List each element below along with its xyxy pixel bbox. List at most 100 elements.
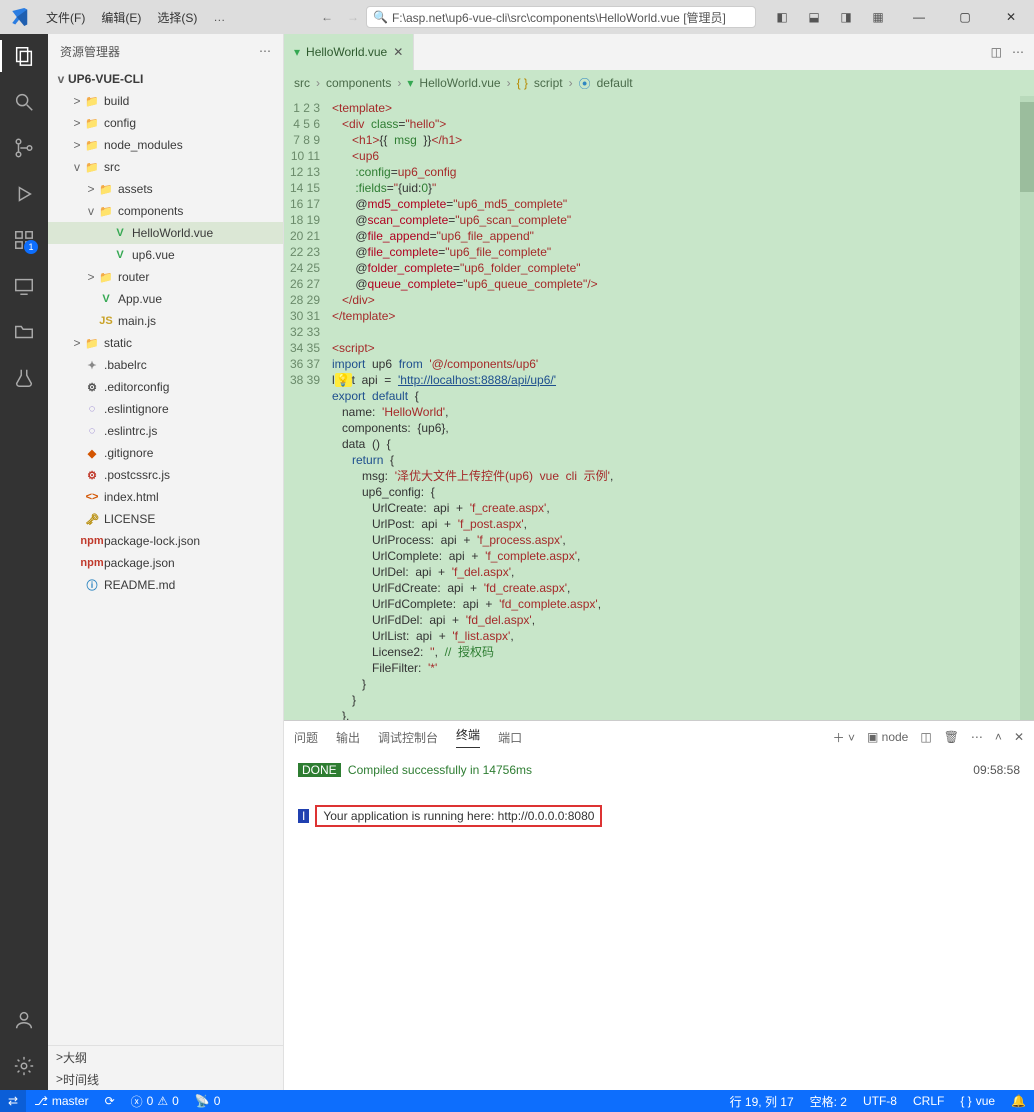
panel-tab-debug[interactable]: 调试控制台 <box>378 729 438 746</box>
window-minimize[interactable]: — <box>896 10 942 24</box>
minimap[interactable] <box>1020 96 1034 720</box>
command-center[interactable]: 🔍 F:\asp.net\up6-vue-cli\src\components\… <box>366 6 756 28</box>
vscode-logo <box>0 8 38 26</box>
tree-item[interactable]: >📁router <box>48 266 283 288</box>
tree-item[interactable]: >📁static <box>48 332 283 354</box>
status-remote[interactable]: ⇄ <box>0 1090 26 1112</box>
window-maximize[interactable]: ▢ <box>942 10 988 24</box>
tree-item[interactable]: ✦.babelrc <box>48 354 283 376</box>
terminal-timestamp: 09:58:58 <box>973 763 1020 777</box>
status-problems[interactable]: ⓧ 0 ⚠ 0 <box>123 1093 187 1110</box>
explorer-header: 资源管理器 ⋯ <box>48 34 283 68</box>
activity-remote[interactable] <box>12 274 36 298</box>
status-indent[interactable]: 空格: 2 <box>802 1093 855 1110</box>
tree-item[interactable]: npmpackage-lock.json <box>48 530 283 552</box>
activity-folder[interactable] <box>12 320 36 344</box>
extensions-badge: 1 <box>24 240 38 254</box>
layout-customize-icon[interactable]: ▦ <box>866 10 890 24</box>
tree-item[interactable]: v📁src <box>48 156 283 178</box>
outline-section[interactable]: >大纲 <box>48 1046 283 1068</box>
panel-close-icon[interactable]: ✕ <box>1014 730 1024 744</box>
tree-item[interactable]: >📁node_modules <box>48 134 283 156</box>
tree-item[interactable]: Vup6.vue <box>48 244 283 266</box>
layout-sidebar-left-icon[interactable]: ◧ <box>770 10 794 24</box>
tree-item[interactable]: >📁config <box>48 112 283 134</box>
timeline-section[interactable]: >时间线 <box>48 1068 283 1090</box>
activity-explorer[interactable] <box>12 44 36 68</box>
menu-file[interactable]: 文件(F) <box>38 9 93 26</box>
window-close[interactable]: ✕ <box>988 10 1034 24</box>
split-editor-icon[interactable]: ◫ <box>991 45 1002 59</box>
tree-item[interactable]: ◆.gitignore <box>48 442 283 464</box>
breadcrumb[interactable]: src› components› ▾HelloWorld.vue› { }scr… <box>284 70 1034 96</box>
explorer-more-icon[interactable]: ⋯ <box>259 44 271 58</box>
file-tree[interactable]: vUP6-VUE-CLI >📁build>📁config>📁node_modul… <box>48 68 283 1045</box>
activity-scm[interactable] <box>12 136 36 160</box>
activity-bar: 1 <box>0 34 48 1090</box>
tree-item[interactable]: VApp.vue <box>48 288 283 310</box>
tree-item[interactable]: >📁assets <box>48 178 283 200</box>
tree-root[interactable]: vUP6-VUE-CLI <box>48 68 283 90</box>
tree-item[interactable]: 🗝LICENSE <box>48 508 283 530</box>
code-editor[interactable]: 1 2 3 4 5 6 7 8 9 10 11 12 13 14 15 16 1… <box>284 96 1034 720</box>
title-bar: 文件(F) 编辑(E) 选择(S) … ← → 🔍 F:\asp.net\up6… <box>0 0 1034 34</box>
code-content[interactable]: <template> <div class="hello"> <h1>{{ ms… <box>328 96 1020 720</box>
panel-tab-terminal[interactable]: 终端 <box>456 726 480 748</box>
tree-item[interactable]: ◌.eslintignore <box>48 398 283 420</box>
status-cursor[interactable]: 行 19, 列 17 <box>722 1093 802 1110</box>
status-language[interactable]: { } vue <box>952 1094 1003 1108</box>
tree-item[interactable]: v📁components <box>48 200 283 222</box>
activity-account[interactable] <box>12 1008 36 1032</box>
tree-item[interactable]: <>index.html <box>48 486 283 508</box>
split-terminal-icon[interactable]: ◫ <box>920 730 931 744</box>
panel-more-icon[interactable]: ⋯ <box>971 730 983 744</box>
status-ports[interactable]: 📡 0 <box>187 1094 229 1108</box>
terminal-app-url: Your application is running here: http:/… <box>315 805 602 827</box>
bottom-panel: 问题 输出 调试控制台 终端 端口 ＋ ˅ ▣ node ◫ 🗑 ⋯ ˄ ✕ 0… <box>284 720 1034 1090</box>
nav-back[interactable]: ← <box>314 10 340 24</box>
editor-tabs: ▾ HelloWorld.vue ✕ ◫ ⋯ <box>284 34 1034 70</box>
status-branch[interactable]: ⎇ master <box>26 1094 97 1108</box>
terminal-shell-icon[interactable]: ▣ node <box>867 730 908 744</box>
search-icon: 🔍 <box>373 10 388 24</box>
menu-more[interactable]: … <box>205 10 233 24</box>
explorer-sidebar: 资源管理器 ⋯ vUP6-VUE-CLI >📁build>📁config>📁no… <box>48 34 284 1090</box>
activity-search[interactable] <box>12 90 36 114</box>
activity-testing[interactable] <box>12 366 36 390</box>
tree-item[interactable]: ⚙.editorconfig <box>48 376 283 398</box>
tree-item[interactable]: ⓘREADME.md <box>48 574 283 596</box>
status-eol[interactable]: CRLF <box>905 1094 952 1108</box>
activity-settings[interactable] <box>12 1054 36 1078</box>
activity-extensions[interactable]: 1 <box>12 228 36 252</box>
activity-debug[interactable] <box>12 182 36 206</box>
tree-item[interactable]: VHelloWorld.vue <box>48 222 283 244</box>
line-gutter: 1 2 3 4 5 6 7 8 9 10 11 12 13 14 15 16 1… <box>284 96 328 720</box>
layout-sidebar-right-icon[interactable]: ◨ <box>834 10 858 24</box>
terminal-info-badge: I <box>298 809 309 823</box>
panel-tab-output[interactable]: 输出 <box>336 729 360 746</box>
editor-group: ▾ HelloWorld.vue ✕ ◫ ⋯ src› components› … <box>284 34 1034 1090</box>
tab-close-icon[interactable]: ✕ <box>393 45 403 59</box>
tree-item[interactable]: JSmain.js <box>48 310 283 332</box>
tree-item[interactable]: >📁build <box>48 90 283 112</box>
editor-more-icon[interactable]: ⋯ <box>1012 45 1024 59</box>
tree-item[interactable]: npmpackage.json <box>48 552 283 574</box>
panel-tab-ports[interactable]: 端口 <box>498 729 522 746</box>
panel-tab-problems[interactable]: 问题 <box>294 729 318 746</box>
status-encoding[interactable]: UTF-8 <box>855 1094 905 1108</box>
menu-edit[interactable]: 编辑(E) <box>93 9 149 26</box>
tree-item[interactable]: ⚙.postcssrc.js <box>48 464 283 486</box>
editor-tab[interactable]: ▾ HelloWorld.vue ✕ <box>284 34 414 70</box>
panel-maximize-icon[interactable]: ˄ <box>995 730 1002 744</box>
panel-tabs: 问题 输出 调试控制台 终端 端口 ＋ ˅ ▣ node ◫ 🗑 ⋯ ˄ ✕ <box>284 721 1034 753</box>
nav-forward[interactable]: → <box>340 10 366 24</box>
status-notifications[interactable]: 🔔 <box>1003 1094 1034 1108</box>
status-sync[interactable]: ⟳ <box>97 1094 123 1108</box>
kill-terminal-icon[interactable]: 🗑 <box>944 730 959 744</box>
terminal[interactable]: 09:58:58 DONE Compiled successfully in 1… <box>284 753 1034 1090</box>
new-terminal-icon[interactable]: ＋ ˅ <box>833 729 855 746</box>
tree-item[interactable]: ◌.eslintrc.js <box>48 420 283 442</box>
menu-select[interactable]: 选择(S) <box>149 9 205 26</box>
terminal-done-badge: DONE <box>298 763 341 777</box>
layout-panel-icon[interactable]: ⬓ <box>802 10 826 24</box>
